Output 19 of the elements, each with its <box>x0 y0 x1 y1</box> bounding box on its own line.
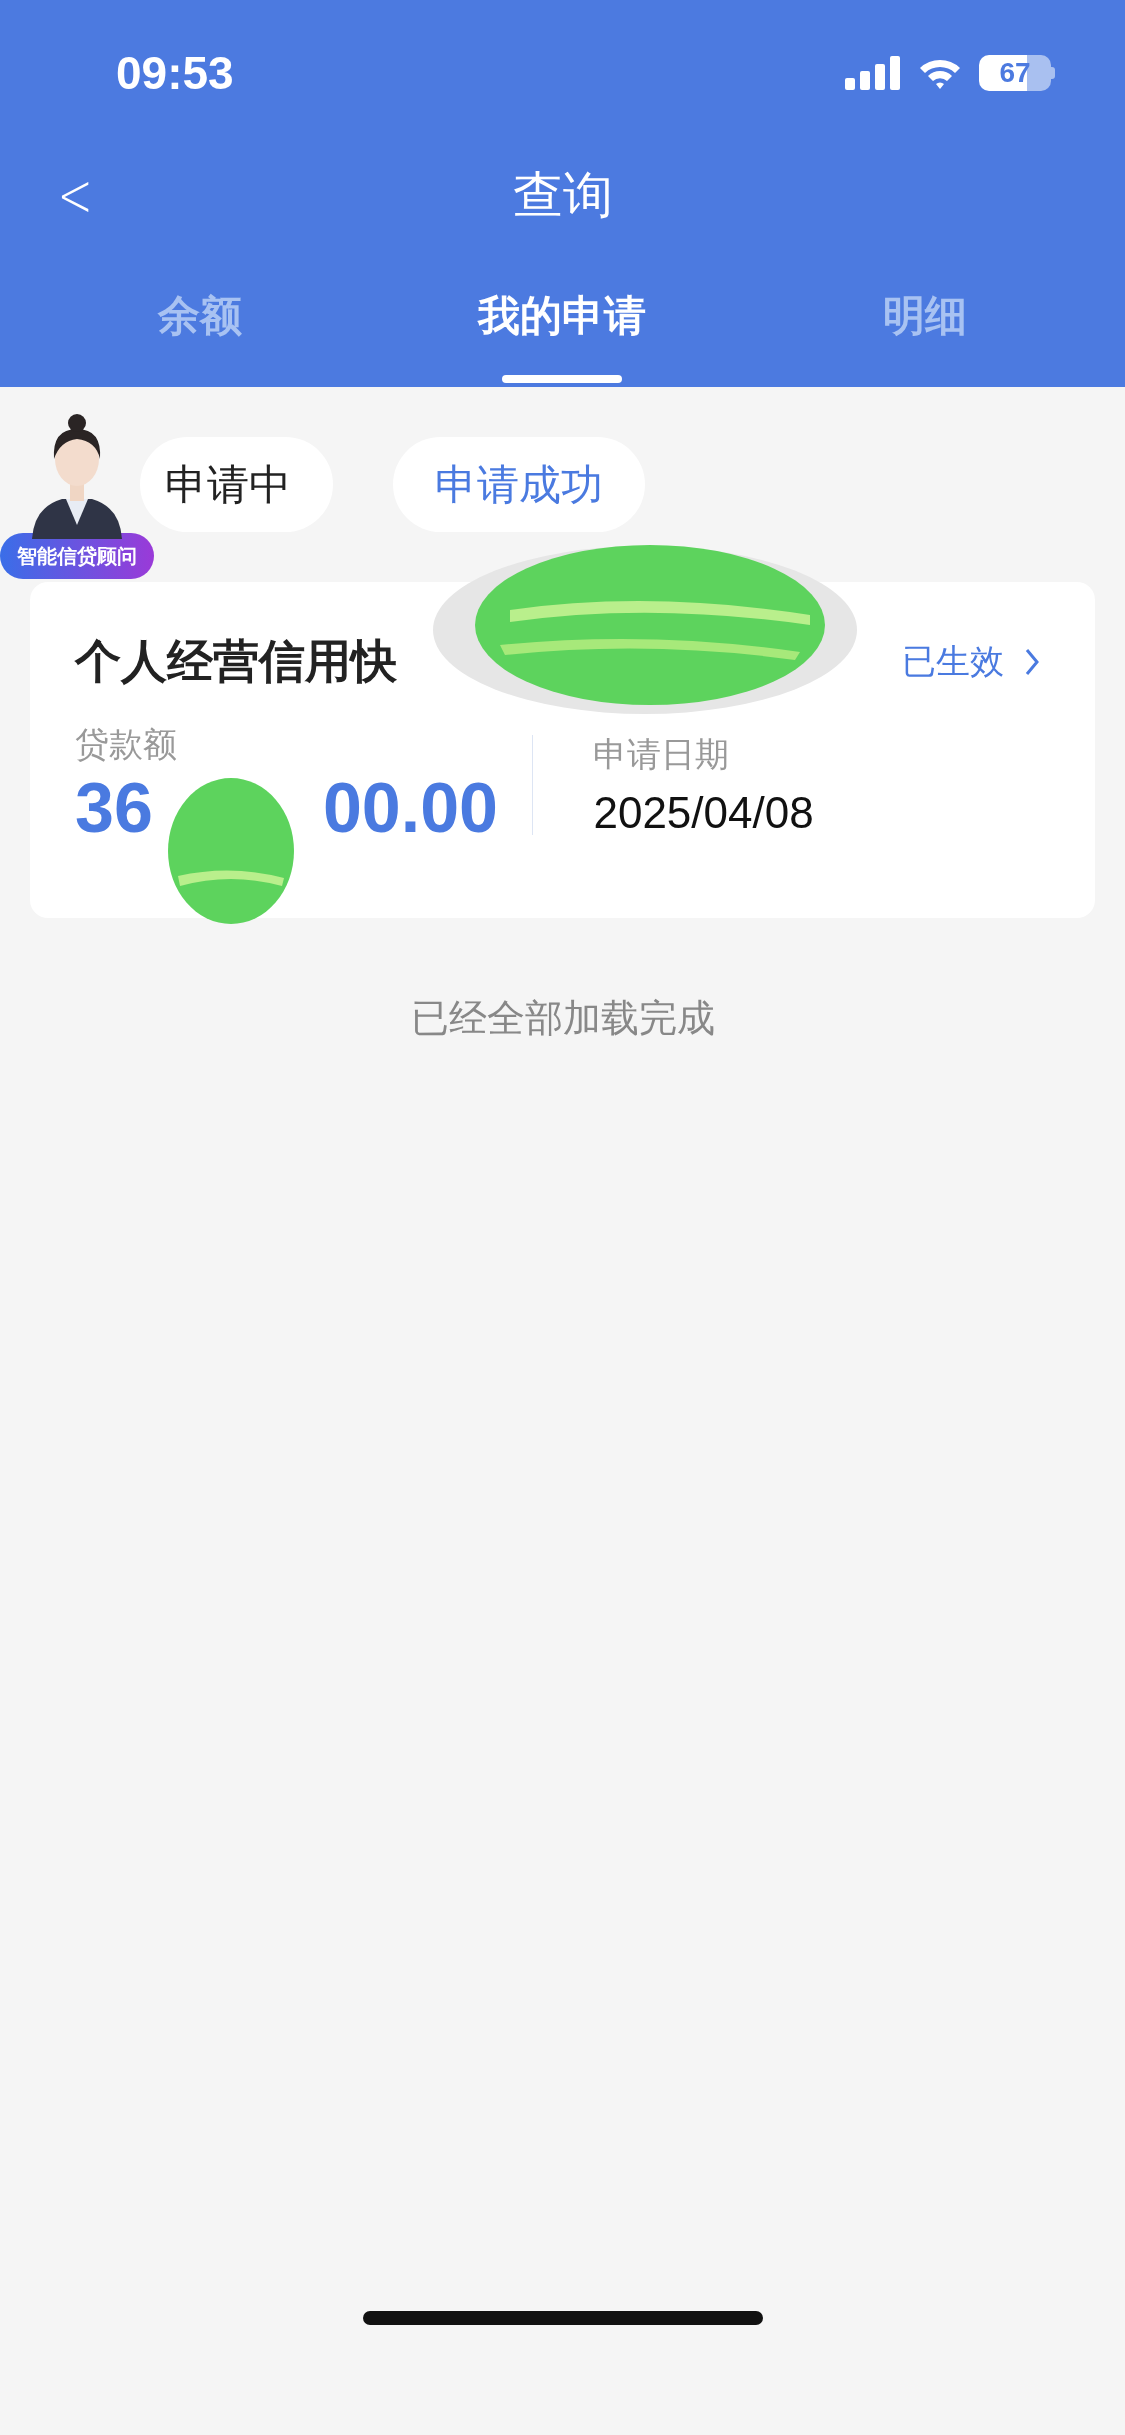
tab[interactable]: 我的申请 <box>458 245 667 387</box>
back-button[interactable]: < <box>50 160 100 230</box>
amount-value: 00.00 <box>322 768 499 848</box>
amount-label: 贷款额 <box>75 723 178 766</box>
chevron-right-icon <box>1024 647 1040 677</box>
status-time: 09:53 <box>116 45 234 100</box>
application-date: 2025/04/08 <box>593 788 815 838</box>
tab[interactable]: 明细 <box>862 245 987 387</box>
page-title: 查询 <box>512 164 613 226</box>
filter-chip[interactable]: 申请成功 <box>393 437 645 532</box>
tab[interactable]: 余额 <box>138 245 263 387</box>
status-label: 已生效 <box>902 640 1004 683</box>
date-label: 申请日期 <box>593 733 731 776</box>
filter-chip[interactable]: 申请中 <box>140 437 333 532</box>
signal-icon <box>845 55 901 90</box>
amount-value: 36 <box>75 768 153 848</box>
list-end-text: 已经全部加载完成 <box>409 995 716 1042</box>
advisor-badge[interactable]: 智能信贷顾问 <box>0 533 154 579</box>
product-title: 个人经营信用快 <box>75 633 397 690</box>
